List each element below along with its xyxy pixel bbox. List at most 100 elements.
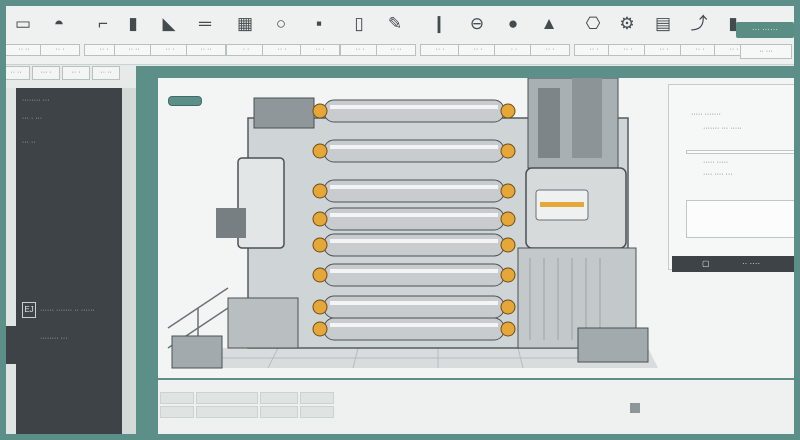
tool-tag[interactable]: ◣ ·· · [150,12,190,58]
roller-bearing [500,237,516,253]
tool-ruler[interactable]: ═ ·· ·· [186,12,226,58]
tool-label: ·· · [458,44,498,56]
dot-icon: ● [507,14,519,33]
camera-icon: ◓ [53,14,65,33]
tube-icon: ▯ [354,14,364,33]
user-badge-icon: EJ [22,302,36,318]
sidebar-item-2[interactable]: ··· · ··· [22,114,42,124]
tool-grid[interactable]: ▦ · · [226,12,266,58]
tag-icon: ◣ [162,14,176,33]
roller-7 [323,295,505,319]
tray-cell-7[interactable] [260,406,298,418]
tool-box[interactable]: ▪ ·· · [300,12,340,58]
tool-label: ·· · [530,44,570,56]
roller-bearing [500,267,516,283]
ruler-icon: ═ [198,14,212,33]
sidebar-footer-2[interactable]: ········ ··· [40,334,68,344]
primary-button[interactable]: ··· ······ [736,22,794,38]
sidebar-item-3[interactable]: ··· ·· [22,138,36,148]
tool-bar[interactable]: ❙ ·· · [420,12,460,58]
roller-highlight [330,301,498,305]
toolbar: ▭ ·· ·· ◓ ·· · ⌐ ·· · ▮ ·· ·· ◣ ·· · ═ ·· ·· ▦ · · ○ ··… [0,0,800,65]
roller-highlight [330,269,498,273]
panel-field-1[interactable] [686,150,800,154]
tool-folder[interactable]: ▭ ·· ·· [4,12,44,58]
tray-cell-2[interactable] [196,392,258,404]
roller-bearing [312,299,328,315]
tool-link[interactable]: ⎔ ·· · [574,12,614,58]
sidebar-item-1[interactable]: ········ ··· [22,96,50,106]
roller-highlight [330,213,498,217]
tool-lock[interactable]: ⊖ ·· · [458,12,498,58]
roller-bearing [500,211,516,227]
crumb-4[interactable]: ·· ·· [92,66,120,80]
grid-icon: ▦ [236,14,254,33]
crumb-2[interactable]: ··· · [32,66,60,80]
column-divider[interactable] [122,88,136,440]
tool-label: · · [226,44,266,56]
panel-line-4: ···· ···· ··· [703,171,733,178]
tray-icon[interactable] [630,403,640,413]
secondary-button[interactable]: ·· ··· [740,44,792,59]
base-block-right [577,327,649,363]
tool-label: ·· ·· [186,44,226,56]
roller-bearing [312,321,328,337]
tool-layers[interactable]: ▤ ·· · [644,12,684,58]
probe-icon: ⌐ [98,14,108,33]
side-rail [0,88,16,440]
tray-cell-5[interactable] [160,406,194,418]
panel-line-1: ····· ······· [691,111,721,118]
circle-icon: ○ [275,14,287,33]
roller-highlight [330,105,498,109]
properties-panel: ····· ······· ······· ··· ····· ····· ··… [668,84,800,270]
pipe-block [253,97,315,129]
sidebar: ········ ··· ··· · ··· ··· ·· EJ ······ … [16,88,122,440]
roller-bearing [500,321,516,337]
tray-cell-3[interactable] [260,392,298,404]
tool-label: ·· · [420,44,460,56]
panel-field-2[interactable] [686,200,800,238]
tray-cell-8[interactable] [300,406,334,418]
breadcrumb: ·· ·· ··· · ·· · ·· ·· [0,66,140,80]
tool-circle[interactable]: ○ ·· · [262,12,302,58]
roller-bearing [312,237,328,253]
panel-bar-icon[interactable]: ▢ [702,259,710,268]
base-block-left [171,335,223,369]
tool-document[interactable]: ▮ ·· ·· [114,12,154,58]
roller-bearing [500,183,516,199]
sidebar-footer-1[interactable]: ······ ······· ·· ······ [40,306,95,316]
bar-icon: ❙ [431,14,447,33]
tool-camera[interactable]: ◓ ·· · [40,12,80,58]
tray-cell-6[interactable] [196,406,258,418]
document-icon: ▮ [128,14,138,33]
roller-bearing [500,299,516,315]
tool-dot[interactable]: ● · · [494,12,534,58]
tool-cog[interactable]: ⚙ ·· · [608,12,648,58]
machine-illustration [167,78,658,369]
panel-line-3: ····· ····· [703,159,729,166]
cabinet-stripe [540,202,584,207]
share-icon: ⤴ [690,14,708,33]
motor-cap [216,208,246,238]
tool-pen[interactable]: ✎ ·· ·· [376,12,416,58]
tray-cell-4[interactable] [300,392,334,404]
stair-platform [227,297,299,349]
roller-bearing [312,183,328,199]
panel-action-bar[interactable]: ▢ ·· ···· [672,256,800,272]
tool-label: ·· ·· [114,44,154,56]
roller-bearing [312,143,328,159]
crumb-3[interactable]: ·· · [62,66,90,80]
tool-share[interactable]: ⤴ ·· · [680,12,720,58]
tray-cell-1[interactable] [160,392,194,404]
roller-bearing [500,103,516,119]
tool-warning[interactable]: ▲ ·· · [530,12,570,58]
tool-label: ·· · [262,44,302,56]
tool-label: ·· · [40,44,80,56]
roller-bearing [312,267,328,283]
roller-2 [323,139,505,163]
tank-right [572,78,602,158]
crumb-1[interactable]: ·· ·· [2,66,30,80]
roller-highlight [330,323,498,327]
tool-tube[interactable]: ▯ ·· · [340,12,380,58]
link-icon: ⎔ [585,14,601,33]
